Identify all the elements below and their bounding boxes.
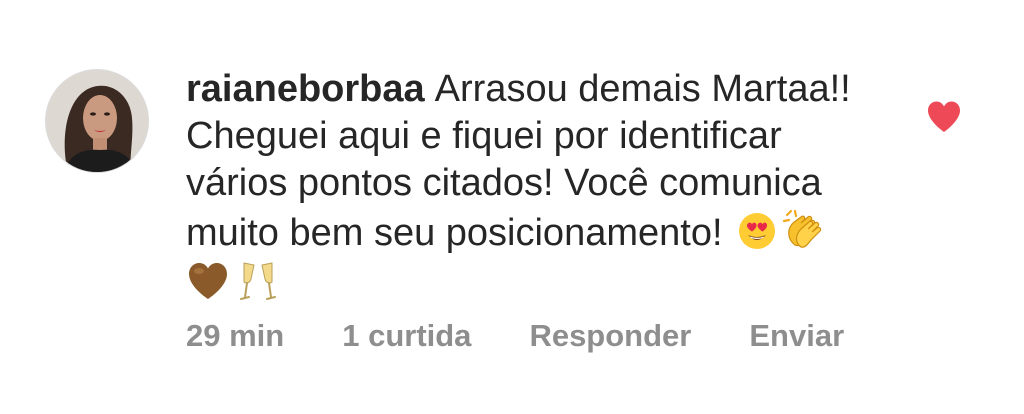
comment-username[interactable]: raianeborbaa: [186, 68, 425, 110]
like-heart-icon[interactable]: [926, 100, 962, 134]
comment-time: 29 min: [186, 318, 285, 353]
reply-button[interactable]: Responder: [529, 316, 691, 356]
avatar[interactable]: [46, 70, 148, 172]
avatar-image: [46, 70, 148, 172]
comment-item: raianeborbaa Arrasou demais Martaa!! Cheg…: [0, 0, 1024, 414]
comment-body: raianeborbaa Arrasou demais Martaa!! Cheg…: [186, 66, 886, 309]
champagne-glasses-emoji: [236, 259, 280, 305]
comment-meta: 29 min 1 curtida Responder Enviar: [186, 316, 902, 356]
send-button[interactable]: Enviar: [749, 316, 844, 356]
likes-count-link[interactable]: 1 curtida: [342, 316, 471, 356]
heart-eyes-emoji: [737, 211, 777, 251]
emoji-row: [186, 259, 886, 309]
brown-heart-emoji: [186, 259, 230, 303]
clapping-hands-emoji: [781, 207, 825, 251]
